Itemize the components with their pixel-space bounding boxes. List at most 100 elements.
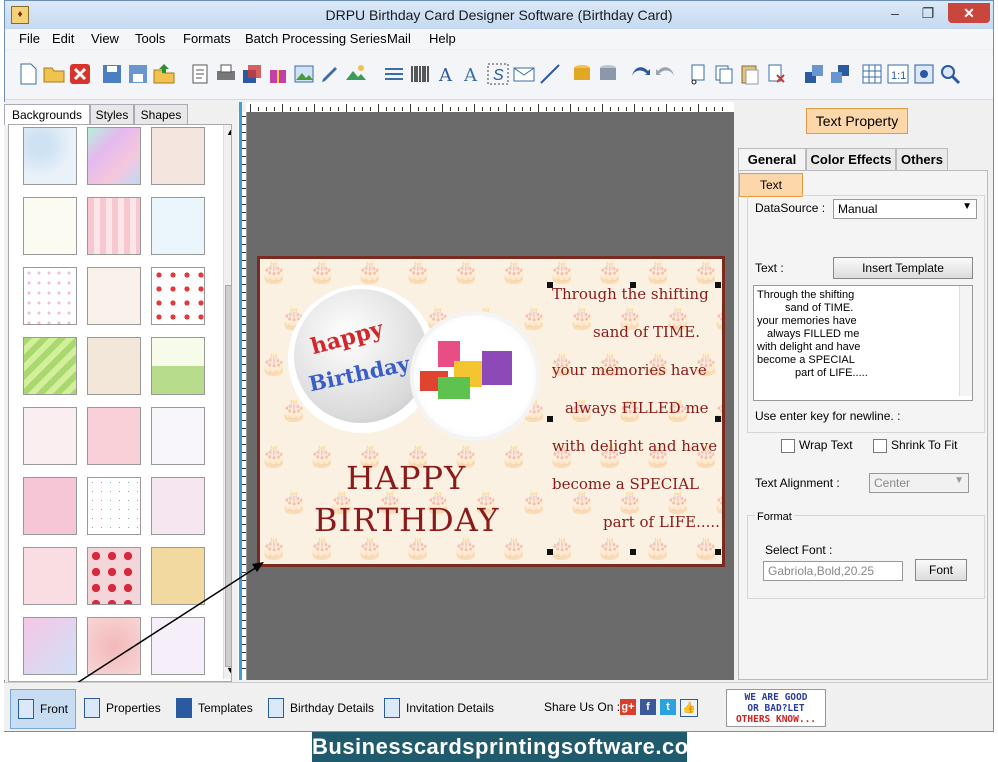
background-thumbnail[interactable] xyxy=(23,267,77,325)
properties-button[interactable]: Properties xyxy=(84,697,161,719)
background-thumbnail[interactable] xyxy=(87,477,141,535)
tab-backgrounds[interactable]: Backgrounds xyxy=(4,104,90,125)
birthday-card[interactable]: 🎂 🎂 🎂 🎂 🎂 🎂 🎂 🎂 🎂 🎂 🎂 🎂 🎂 🎂 🎂 🎂 🎂 🎂 🎂 🎂 🎂 🎂 🎂 🎂 🎂 🎂 🎂 🎂 🎂 🎂 🎂 🎂 🎂 🎂 🎂 🎂 🎂 🎂 🎂 🎂… xyxy=(257,256,725,567)
tab-general[interactable]: General xyxy=(738,148,806,171)
message-line[interactable]: always FILLED me xyxy=(565,399,709,417)
message-line[interactable]: sand of TIME. xyxy=(593,323,700,341)
print-preview-icon[interactable] xyxy=(187,61,213,87)
insert-template-button[interactable]: Insert Template xyxy=(833,257,973,279)
image-icon[interactable] xyxy=(291,61,317,87)
background-thumbnail[interactable] xyxy=(87,127,141,185)
background-thumbnail[interactable] xyxy=(151,337,205,395)
birthday-details-button[interactable]: Birthday Details xyxy=(268,697,374,719)
fit-to-window-icon[interactable] xyxy=(911,61,937,87)
scroll-up-icon[interactable]: ▲ xyxy=(226,127,231,137)
background-thumbnail[interactable] xyxy=(23,127,77,185)
bring-to-front-icon[interactable] xyxy=(801,61,827,87)
twitter-icon[interactable]: t xyxy=(660,699,676,715)
happy-birthday-badge[interactable]: happy Birthday xyxy=(294,289,428,423)
paste-icon[interactable] xyxy=(737,61,763,87)
export-icon[interactable] xyxy=(151,61,177,87)
tab-color-effects[interactable]: Color Effects xyxy=(806,148,896,171)
text-icon[interactable]: A xyxy=(433,61,459,87)
background-thumbnail[interactable] xyxy=(87,197,141,255)
front-button[interactable]: Front xyxy=(10,689,76,729)
pen-icon[interactable] xyxy=(317,61,343,87)
menu-help[interactable]: Help xyxy=(429,31,456,46)
picture-dropdown-icon[interactable] xyxy=(343,61,369,87)
selection-handle[interactable] xyxy=(715,282,721,288)
background-thumbnail[interactable] xyxy=(151,477,205,535)
menu-batch-processing[interactable]: Batch Processing Series xyxy=(245,31,387,46)
google-plus-icon[interactable]: g+ xyxy=(620,699,636,715)
background-thumbnail[interactable] xyxy=(23,337,77,395)
background-thumbnail[interactable] xyxy=(23,197,77,255)
background-thumbnail[interactable] xyxy=(23,407,77,465)
background-thumbnail[interactable] xyxy=(151,197,205,255)
selection-handle[interactable] xyxy=(715,549,721,555)
signature-icon[interactable]: S xyxy=(485,61,511,87)
thumbs-up-icon[interactable]: 👍 xyxy=(680,699,698,717)
background-thumbnail[interactable] xyxy=(87,407,141,465)
close-file-icon[interactable] xyxy=(67,61,93,87)
selection-handle[interactable] xyxy=(547,549,553,555)
menu-mail[interactable]: Mail xyxy=(387,31,411,46)
background-thumbnail[interactable] xyxy=(23,477,77,535)
redo-icon[interactable] xyxy=(653,61,679,87)
feedback-banner[interactable]: WE ARE GOOD OR BAD?LET OTHERS KNOW... xyxy=(726,689,826,727)
design-canvas[interactable]: 🎂 🎂 🎂 🎂 🎂 🎂 🎂 🎂 🎂 🎂 🎂 🎂 🎂 🎂 🎂 🎂 🎂 🎂 🎂 🎂 🎂 🎂 🎂 🎂 🎂 🎂 🎂 🎂 🎂 🎂 🎂 🎂 🎂 🎂 🎂 🎂 🎂 🎂 🎂 🎂… xyxy=(247,112,734,680)
card-heading-happy[interactable]: HAPPY xyxy=(346,459,466,497)
copy-icon[interactable] xyxy=(711,61,737,87)
background-thumbnail[interactable] xyxy=(87,267,141,325)
actual-size-icon[interactable]: 1:1 xyxy=(885,61,911,87)
selection-handle[interactable] xyxy=(547,416,553,422)
watermark-icon[interactable] xyxy=(381,61,407,87)
word-art-icon[interactable]: A xyxy=(459,61,485,87)
message-line[interactable]: with delight and have xyxy=(552,437,717,455)
background-thumbnail[interactable] xyxy=(151,267,205,325)
print-icon[interactable] xyxy=(213,61,239,87)
font-button[interactable]: Font xyxy=(915,559,967,581)
cut-icon[interactable] xyxy=(685,61,711,87)
close-button[interactable]: ✕ xyxy=(948,3,990,23)
background-thumbnail[interactable] xyxy=(23,617,77,675)
line-icon[interactable] xyxy=(537,61,563,87)
facebook-icon[interactable]: f xyxy=(640,699,656,715)
wrap-text-checkbox[interactable] xyxy=(781,439,795,453)
gift-box-icon[interactable] xyxy=(265,61,291,87)
shrink-to-fit-checkbox[interactable] xyxy=(873,439,887,453)
send-to-back-icon[interactable] xyxy=(827,61,853,87)
background-thumbnail[interactable] xyxy=(87,337,141,395)
text-area-scrollbar[interactable] xyxy=(959,286,972,396)
gifts-circle[interactable] xyxy=(410,311,540,441)
selection-handle[interactable] xyxy=(630,549,636,555)
email-icon[interactable] xyxy=(511,61,537,87)
menu-file[interactable]: File xyxy=(19,31,40,46)
delete-icon[interactable] xyxy=(763,61,789,87)
selection-handle[interactable] xyxy=(715,416,721,422)
font-field[interactable]: Gabriola,Bold,20.25 xyxy=(763,561,903,581)
save-as-icon[interactable] xyxy=(125,61,151,87)
zoom-icon[interactable] xyxy=(937,61,963,87)
tab-styles[interactable]: Styles xyxy=(90,104,134,125)
database-settings-icon[interactable] xyxy=(595,61,621,87)
new-icon[interactable] xyxy=(15,61,41,87)
message-line[interactable]: part of LIFE..... xyxy=(603,513,720,531)
tab-others[interactable]: Others xyxy=(896,148,948,171)
menu-view[interactable]: View xyxy=(91,31,119,46)
templates-button[interactable]: Templates xyxy=(176,697,253,719)
database-icon[interactable] xyxy=(569,61,595,87)
undo-icon[interactable] xyxy=(627,61,653,87)
grid-icon[interactable] xyxy=(859,61,885,87)
card-heading-birthday[interactable]: BIRTHDAY xyxy=(314,501,500,539)
layers-icon[interactable] xyxy=(239,61,265,87)
message-line[interactable]: become a SPECIAL xyxy=(552,475,699,493)
background-thumbnail[interactable] xyxy=(151,127,205,185)
menu-tools[interactable]: Tools xyxy=(135,31,165,46)
alignment-select[interactable]: Center ▼ xyxy=(869,473,969,493)
datasource-select[interactable]: Manual ▼ xyxy=(833,199,977,219)
barcode-icon[interactable] xyxy=(407,61,433,87)
text-content-area[interactable]: Through the shifting sand of TIME. your … xyxy=(753,285,973,401)
invitation-details-button[interactable]: Invitation Details xyxy=(384,697,494,719)
tab-shapes[interactable]: Shapes xyxy=(134,104,188,125)
